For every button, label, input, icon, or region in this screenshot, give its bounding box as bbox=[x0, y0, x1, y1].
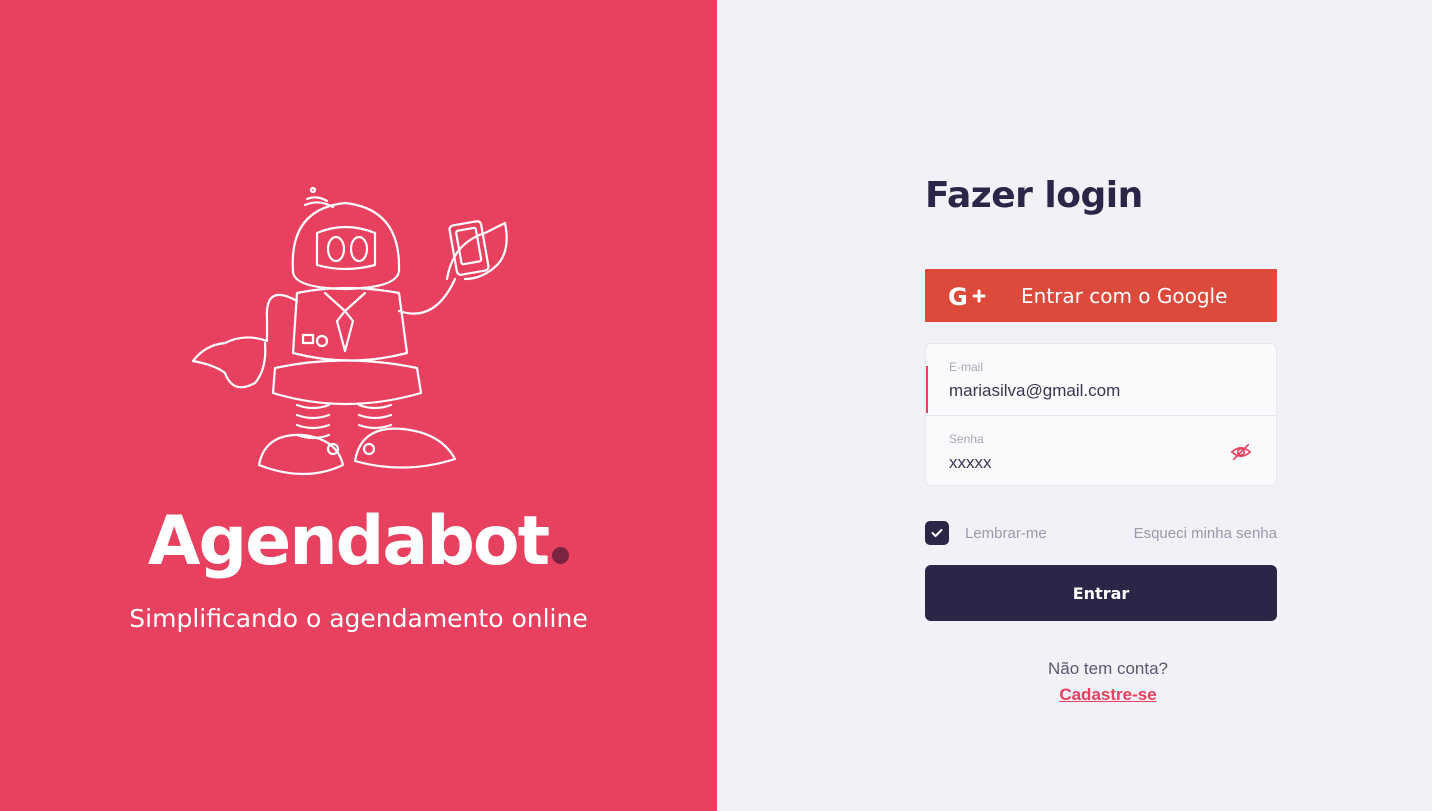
page-title: Fazer login bbox=[925, 175, 1143, 216]
brand-logo: Agendabot bbox=[0, 508, 717, 576]
signup-question: Não tem conta? bbox=[1047, 659, 1168, 678]
tagline: Simplificando o agendamento online bbox=[129, 604, 588, 633]
remember-label: Lembrar-me bbox=[965, 524, 1047, 542]
brand-name-text: Agendabot bbox=[147, 502, 550, 581]
hero-panel: Agendabot Simplificando o agendamento on… bbox=[0, 0, 717, 811]
signup-link[interactable]: Cadastre-se bbox=[1059, 685, 1156, 705]
remember-checkbox[interactable] bbox=[925, 521, 949, 545]
login-panel: Fazer login G Entrar com o Google E-mail… bbox=[717, 0, 1432, 811]
forgot-password-link[interactable]: Esqueci minha senha bbox=[1134, 525, 1277, 542]
email-input[interactable] bbox=[949, 381, 1229, 401]
password-label: Senha bbox=[949, 432, 984, 446]
submit-button[interactable]: Entrar bbox=[925, 565, 1277, 621]
login-options: Lembrar-me Esqueci minha senha bbox=[925, 521, 1277, 545]
svg-text:G: G bbox=[948, 283, 968, 309]
brand-name: Agendabot bbox=[147, 502, 570, 581]
signup-section: Não tem conta? Cadastre-se bbox=[939, 659, 1277, 705]
login-form: Fazer login G Entrar com o Google E-mail… bbox=[925, 172, 1277, 705]
email-field[interactable]: E-mail bbox=[926, 344, 1276, 415]
robot-illustration bbox=[191, 186, 508, 476]
password-field[interactable]: Senha bbox=[926, 415, 1276, 485]
credentials-box: E-mail Senha bbox=[925, 343, 1277, 486]
google-plus-icon: G bbox=[925, 283, 1011, 309]
google-login-button[interactable]: G Entrar com o Google bbox=[925, 269, 1277, 322]
password-input[interactable] bbox=[949, 453, 1229, 473]
eye-off-icon[interactable] bbox=[1230, 441, 1252, 463]
brand-dot bbox=[552, 547, 570, 564]
remember-me[interactable]: Lembrar-me bbox=[925, 521, 1047, 545]
email-label: E-mail bbox=[949, 360, 984, 374]
check-icon bbox=[931, 529, 943, 537]
google-login-label: Entrar com o Google bbox=[1021, 283, 1228, 308]
